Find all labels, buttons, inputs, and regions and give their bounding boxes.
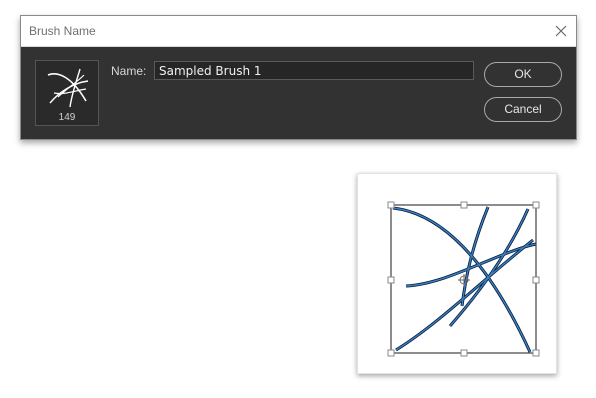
brush-name-dialog: Brush Name 149 Name: OK Cancel <box>20 15 577 140</box>
brush-strokes-artwork <box>387 201 540 357</box>
document-canvas[interactable] <box>357 173 557 374</box>
brush-size-value: 149 <box>58 112 76 123</box>
brush-name-input[interactable] <box>154 61 474 80</box>
close-icon <box>555 25 567 37</box>
dialog-titlebar[interactable]: Brush Name <box>21 16 576 47</box>
close-button[interactable] <box>550 20 572 42</box>
ok-button[interactable]: OK <box>484 62 562 87</box>
cancel-button[interactable]: Cancel <box>484 97 562 122</box>
name-label: Name: <box>111 64 147 78</box>
dialog-title: Brush Name <box>29 24 96 38</box>
brush-tip-preview-icon <box>47 68 89 108</box>
brush-preview: 149 <box>35 60 99 126</box>
